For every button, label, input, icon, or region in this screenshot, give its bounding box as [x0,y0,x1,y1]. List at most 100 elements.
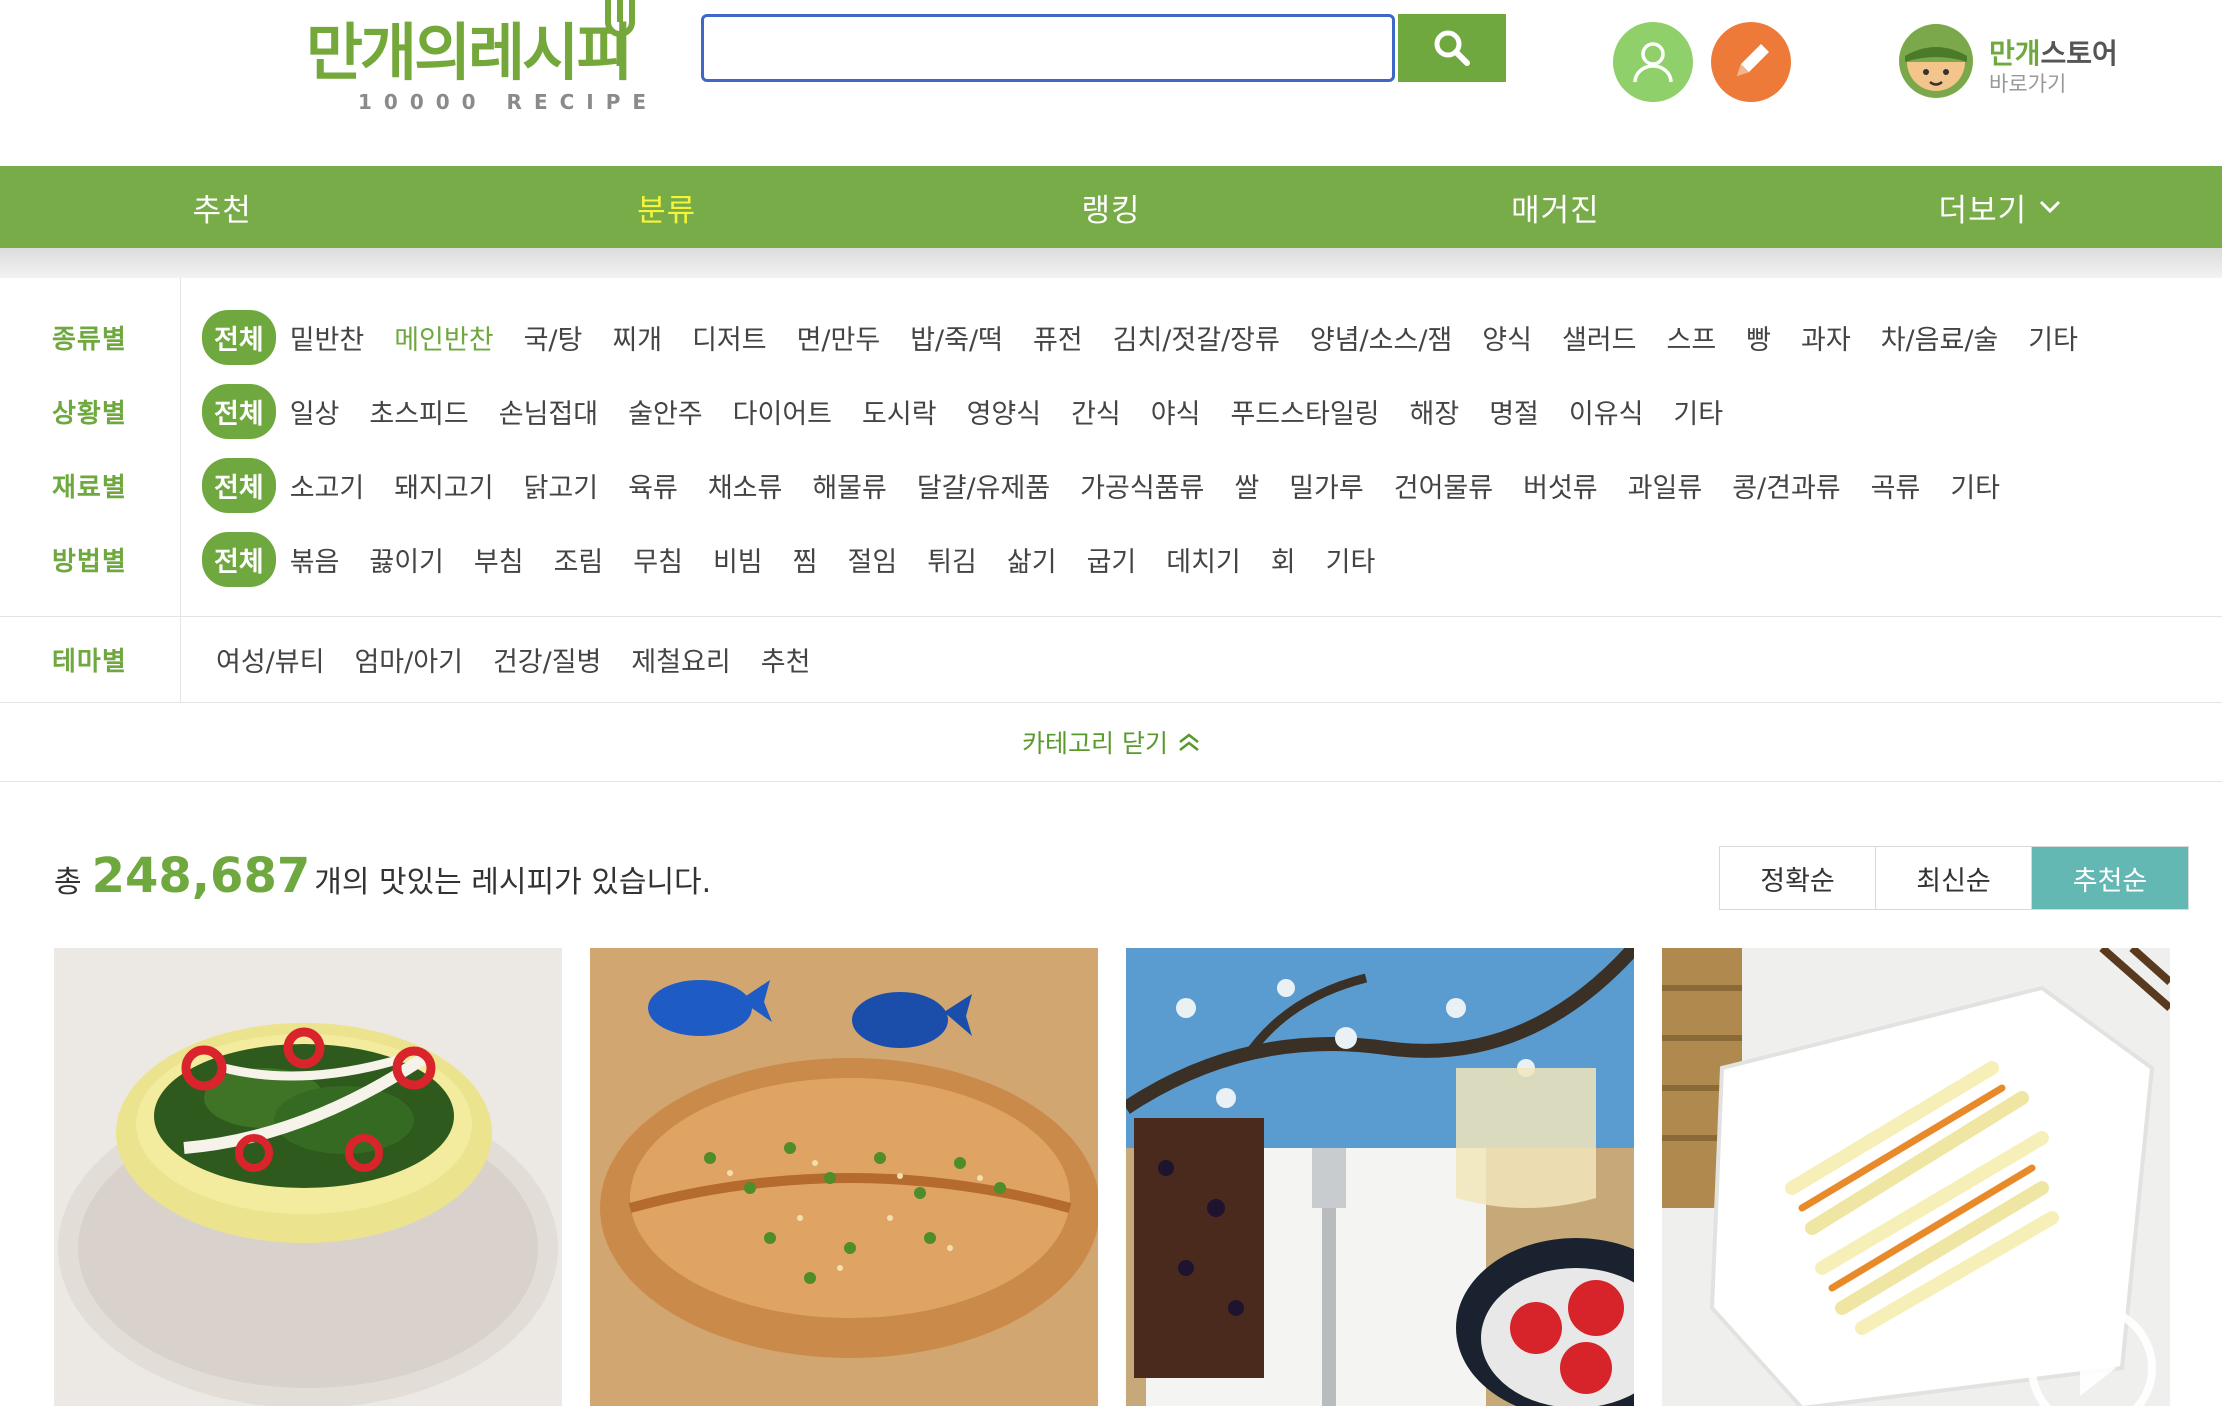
category-item[interactable]: 양념/소스/잼 [1310,318,1452,357]
recipe-card[interactable] [54,948,562,1406]
category-item[interactable]: 다이어트 [733,392,832,431]
category-item[interactable]: 일상 [290,392,340,431]
sort-accuracy-button[interactable]: 정확순 [1720,847,1876,909]
category-item[interactable]: 여성/뷰티 [216,640,324,679]
pencil-icon [1737,44,1769,76]
category-item[interactable]: 찌개 [612,318,662,357]
category-item[interactable]: 과일류 [1628,466,1703,505]
category-all-chip[interactable]: 전체 [202,383,276,439]
category-item[interactable]: 육류 [628,466,678,505]
category-label: 종류별 [52,324,127,355]
category-item[interactable]: 기타 [1673,392,1723,431]
category-item[interactable]: 소고기 [290,466,365,505]
nav-item-more[interactable]: 더보기 [1778,166,2222,248]
category-item[interactable]: 빵 [1746,318,1771,357]
category-item[interactable]: 닭고기 [524,466,599,505]
category-item[interactable]: 끓이기 [369,540,444,579]
category-item[interactable]: 푸드스타일링 [1230,392,1379,431]
store-mascot-icon [1899,24,1973,98]
category-all-chip[interactable]: 전체 [202,531,276,587]
category-item[interactable]: 조림 [554,540,604,579]
write-recipe-button[interactable] [1711,22,1791,102]
category-item[interactable]: 김치/젓갈/장류 [1113,318,1280,357]
category-item[interactable]: 기타 [1326,540,1376,579]
category-item[interactable]: 도시락 [862,392,937,431]
category-item[interactable]: 건강/질병 [493,640,601,679]
category-item[interactable]: 제철요리 [631,640,730,679]
category-item[interactable]: 스프 [1666,318,1716,357]
site-logo[interactable]: 만개의레시피 10000 RECIPE [302,0,646,120]
nav-item-ranking[interactable]: 랭킹 [889,166,1333,248]
category-item[interactable]: 회 [1271,540,1296,579]
sort-latest-button[interactable]: 최신순 [1876,847,2032,909]
category-item[interactable]: 차/음료/술 [1881,318,1999,357]
category-item[interactable]: 삶기 [1007,540,1057,579]
user-icon [1633,42,1673,83]
nav-item-magazine[interactable]: 매거진 [1333,166,1777,248]
category-item[interactable]: 건어물류 [1394,466,1493,505]
category-item[interactable]: 데치기 [1166,540,1241,579]
category-item[interactable]: 엄마/아기 [354,640,462,679]
category-item[interactable]: 영양식 [967,392,1042,431]
recipe-thumbnail [590,948,1098,1406]
category-item[interactable]: 퓨전 [1033,318,1083,357]
search-button[interactable] [1398,14,1506,82]
category-row-type: 종류별 전체 밑반찬 메인반찬 국/탕 찌개 디저트 면/만두 밥/죽/떡 퓨전 김치/젓갈/장류… [0,300,2222,374]
category-item[interactable]: 부침 [474,540,524,579]
category-row-theme: 테마별 여성/뷰티 엄마/아기 건강/질병 제철요리 추천 [0,622,2222,696]
category-item[interactable]: 술안주 [628,392,703,431]
category-item[interactable]: 추천 [761,640,811,679]
category-item[interactable]: 간식 [1071,392,1121,431]
recipe-thumbnail [1662,948,2170,1406]
category-item[interactable]: 콩/견과류 [1732,466,1840,505]
category-item[interactable]: 버섯류 [1523,466,1598,505]
category-item[interactable]: 달걀/유제품 [917,466,1050,505]
category-item[interactable]: 이유식 [1569,392,1644,431]
store-name-rest: 스토어 [2040,37,2118,70]
category-item[interactable]: 밑반찬 [290,318,365,357]
search-input[interactable] [701,14,1395,82]
category-item[interactable]: 밀가루 [1289,466,1364,505]
category-item[interactable]: 가공식품류 [1080,466,1204,505]
category-item[interactable]: 과자 [1801,318,1851,357]
category-item[interactable]: 국/탕 [524,318,583,357]
recipe-card[interactable] [590,948,1098,1406]
category-item[interactable]: 볶음 [290,540,340,579]
category-item[interactable]: 굽기 [1087,540,1137,579]
recipe-card[interactable] [1662,948,2170,1406]
category-item[interactable]: 쌀 [1234,466,1259,505]
nav-label: 매거진 [1511,192,1600,229]
category-item[interactable]: 면/만두 [797,318,881,357]
nav-item-recommend[interactable]: 추천 [0,166,444,248]
category-item[interactable]: 양식 [1482,318,1532,357]
category-item[interactable]: 해물류 [812,466,887,505]
category-item[interactable]: 초스피드 [369,392,468,431]
user-button[interactable] [1613,22,1693,102]
category-item[interactable]: 메인반찬 [394,318,493,357]
sort-recommended-button[interactable]: 추천순 [2032,847,2188,909]
category-item[interactable]: 절임 [848,540,898,579]
category-item[interactable]: 기타 [1950,466,2000,505]
recipe-card[interactable] [1126,948,1634,1406]
category-item[interactable]: 밥/죽/떡 [910,318,1003,357]
category-item[interactable]: 샐러드 [1562,318,1637,357]
category-item[interactable]: 돼지고기 [394,466,493,505]
category-item[interactable]: 채소류 [708,466,783,505]
category-all-chip[interactable]: 전체 [202,309,276,365]
nav-item-category[interactable]: 분류 [444,166,888,248]
category-item[interactable]: 찜 [793,540,818,579]
category-item[interactable]: 기타 [2028,318,2078,357]
category-item[interactable]: 명절 [1489,392,1539,431]
category-item[interactable]: 해장 [1410,392,1460,431]
store-link[interactable]: 만개스토어 바로가기 [1897,22,2137,104]
category-item[interactable]: 곡류 [1871,466,1921,505]
category-close-button[interactable]: 카테고리 닫기 [0,702,2222,782]
category-item[interactable]: 손님접대 [499,392,598,431]
sort-options: 정확순 최신순 추천순 [1719,846,2189,910]
category-item[interactable]: 비빔 [713,540,763,579]
category-item[interactable]: 디저트 [692,318,767,357]
category-item[interactable]: 튀김 [927,540,977,579]
category-item[interactable]: 무침 [633,540,683,579]
category-all-chip[interactable]: 전체 [202,457,276,513]
category-item[interactable]: 야식 [1151,392,1201,431]
